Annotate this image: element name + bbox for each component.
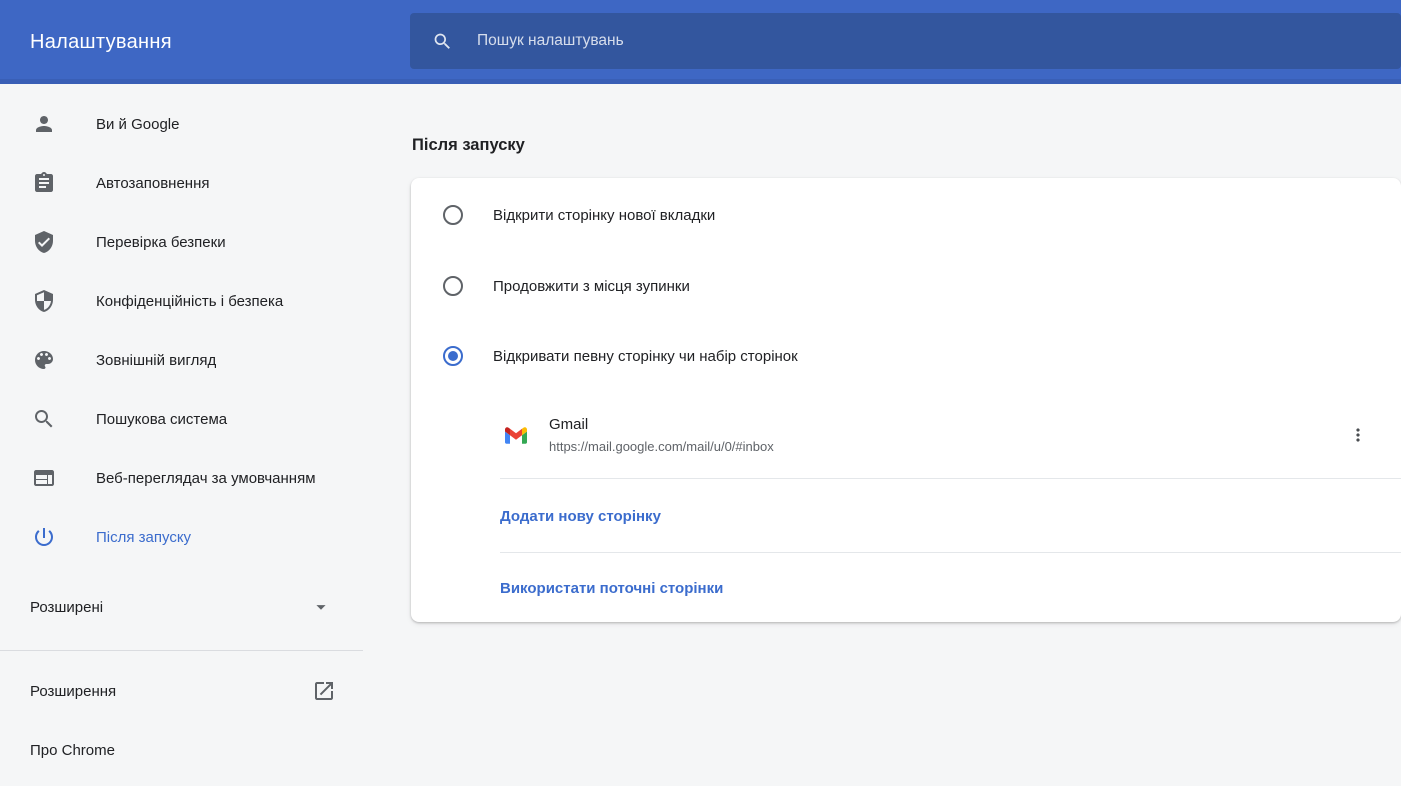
more-vert-icon [1348,425,1368,445]
shield-half-icon [32,289,56,313]
option-open-specific-pages[interactable]: Відкривати певну сторінку чи набір сторі… [443,336,798,376]
startup-page-url: https://mail.google.com/mail/u/0/#inbox [549,439,774,454]
page-title: Налаштування [30,0,172,84]
sidebar-item-autofill[interactable]: Автозаповнення [0,159,363,207]
sidebar-item-safety-check[interactable]: Перевірка безпеки [0,218,363,266]
sidebar-advanced-toggle[interactable]: Розширені [0,583,363,631]
search-icon [432,31,453,52]
startup-page-name: Gmail [549,416,774,433]
sidebar-item-label: Автозаповнення [96,175,210,192]
sidebar-divider [0,650,363,651]
sidebar-item-label: Перевірка безпеки [96,234,226,251]
browser-window-icon [32,466,56,490]
person-icon [32,112,56,136]
radio-button[interactable] [443,276,463,296]
gmail-icon [505,427,527,444]
external-link-icon [312,679,336,703]
shield-check-icon [32,230,56,254]
clipboard-icon [32,171,56,195]
sidebar-item-label: Зовнішній вигляд [96,352,216,369]
power-icon [32,525,56,549]
sidebar-item-label: Ви й Google [96,116,179,133]
card-divider [500,552,1401,553]
settings-toolbar: Налаштування [0,0,1401,84]
sidebar-item-about-chrome[interactable]: Про Chrome [0,726,363,774]
add-new-page-button[interactable]: Додати нову сторінку [500,496,661,536]
settings-search[interactable] [410,13,1401,69]
sidebar-item-appearance[interactable]: Зовнішній вигляд [0,336,363,384]
add-new-page-label: Додати нову сторінку [500,508,661,525]
sidebar-item-on-startup[interactable]: Після запуску [0,513,363,561]
sidebar-item-privacy-security[interactable]: Конфіденційність і безпека [0,277,363,325]
sidebar-item-label: Конфіденційність і безпека [96,293,283,310]
section-title: Після запуску [412,136,525,155]
extensions-label: Розширення [30,683,116,700]
startup-page-info: Gmail https://mail.google.com/mail/u/0/#… [549,416,774,454]
radio-button[interactable] [443,205,463,225]
about-label: Про Chrome [30,742,115,759]
sidebar-item-label: Веб-переглядач за умовчанням [96,470,316,487]
on-startup-card: Відкрити сторінку нової вкладки Продовжи… [411,178,1401,622]
palette-icon [32,348,56,372]
option-label: Відкривати певну сторінку чи набір сторі… [493,348,798,365]
search-input[interactable] [477,32,1381,50]
option-label: Продовжити з місця зупинки [493,278,690,295]
chrome-settings-page: Налаштування Ви й Google Автозаповнення [0,0,1401,786]
option-label: Відкрити сторінку нової вкладки [493,207,715,224]
use-current-pages-button[interactable]: Використати поточні сторінки [500,568,723,608]
advanced-label: Розширені [30,599,103,616]
use-current-pages-label: Використати поточні сторінки [500,580,723,597]
sidebar-item-default-browser[interactable]: Веб-переглядач за умовчанням [0,454,363,502]
radio-button[interactable] [443,346,463,366]
option-continue-where-left-off[interactable]: Продовжити з місця зупинки [443,266,690,306]
option-open-new-tab[interactable]: Відкрити сторінку нової вкладки [443,195,715,235]
caret-down-icon [310,596,332,618]
sidebar-item-extensions[interactable]: Розширення [0,667,363,715]
sidebar-item-you-and-google[interactable]: Ви й Google [0,100,363,148]
sidebar-item-label: Після запуску [96,529,191,546]
startup-page-row: Gmail https://mail.google.com/mail/u/0/#… [505,406,1321,464]
page-options-menu-button[interactable] [1342,419,1374,451]
card-divider [500,478,1401,479]
sidebar-item-label: Пошукова система [96,411,227,428]
search-icon [32,407,56,431]
sidebar-item-search-engine[interactable]: Пошукова система [0,395,363,443]
